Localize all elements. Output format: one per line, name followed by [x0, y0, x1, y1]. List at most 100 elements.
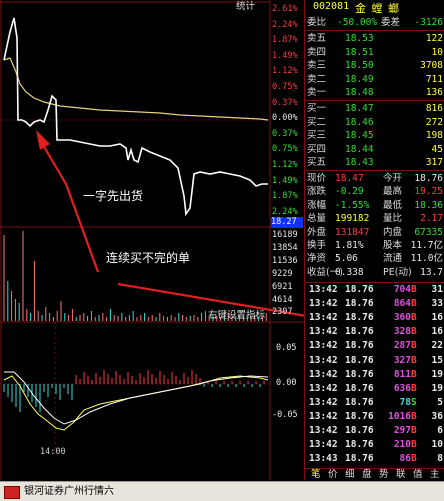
stock-name: 金 螳 螂: [355, 2, 400, 15]
stat-value: 0.338: [335, 266, 364, 278]
order-price: 18.48: [345, 87, 374, 99]
trade-count: 8: [437, 453, 443, 465]
weicha-label: 委差: [381, 17, 401, 28]
trade-volume: 328: [393, 326, 411, 338]
order-row: 卖五 18.53 122: [305, 32, 444, 45]
annotation-text-1: 一字先出货: [83, 189, 144, 203]
percent-tick: 2.24%: [272, 19, 298, 30]
order-row: 卖一 18.48 136: [305, 86, 444, 99]
stat-value: 67335: [414, 226, 443, 238]
trade-count: 10: [431, 439, 443, 451]
order-row: 买五 18.43 317: [305, 156, 444, 169]
percent-tick: 1.49%: [272, 175, 298, 186]
order-row: 卖四 18.51 10: [305, 46, 444, 59]
weibi-value: -50.00%: [337, 17, 378, 28]
trade-price: 18.76: [345, 312, 374, 324]
order-label: 卖二: [307, 73, 327, 85]
trade-time: 13:42: [309, 396, 338, 408]
stat-value: 199182: [335, 213, 370, 225]
order-row: 买二 18.46 272: [305, 116, 444, 129]
order-label: 卖一: [307, 87, 327, 99]
time-label: 14:00: [40, 447, 66, 457]
panel-tab[interactable]: 主: [430, 469, 440, 481]
order-price: 18.53: [345, 33, 374, 44]
trade-count: 16: [431, 326, 443, 338]
panel-tab[interactable]: 盘: [362, 469, 372, 481]
stat-value: 11.7亿: [410, 240, 443, 251]
order-volume: 272: [425, 116, 443, 128]
status-bar: 银河证券广州行情六: [0, 481, 444, 501]
order-label: 买三: [307, 130, 327, 142]
chart-header-label: 统计: [236, 1, 256, 12]
stat-label: 净资: [307, 253, 327, 265]
volume-tick: 16189: [272, 230, 298, 240]
trade-side: B: [411, 312, 417, 324]
trade-time: 13:42: [309, 298, 338, 310]
trade-volume: 360: [393, 312, 411, 324]
trade-count: 16: [431, 312, 443, 324]
stat-row: 总量 199182 量比 2.17: [305, 212, 444, 225]
percent-tick: 1.87%: [272, 35, 298, 46]
stat-label: 今开: [383, 173, 403, 184]
stat-label: 涨幅: [307, 199, 327, 211]
order-row: 买四 18.44 45: [305, 143, 444, 156]
weibi-label: 委比: [307, 17, 327, 28]
annotation-text-2: 连续买不完的单: [106, 251, 191, 265]
volume-tick: 2307: [272, 307, 293, 318]
volume-tick: 11536: [272, 255, 298, 266]
percent-tick: 1.12%: [272, 66, 298, 77]
trade-count: 19: [431, 368, 443, 380]
trade-count: 22: [431, 340, 443, 352]
trade-row: 13:42 18.76 297 B 6: [305, 424, 444, 439]
order-label: 卖四: [307, 46, 327, 58]
trade-time: 13:42: [309, 284, 338, 295]
panel-tab[interactable]: 价: [328, 469, 338, 481]
chart-canvas[interactable]: [0, 0, 304, 480]
panel-tabs: 笔价细盘势联值主: [305, 468, 444, 481]
order-volume: 45: [431, 143, 443, 155]
trade-row: 13:42 18.76 811 B 19: [305, 368, 444, 383]
trade-row: 13:42 18.76 327 B 15: [305, 354, 444, 369]
trade-price: 18.76: [345, 410, 374, 422]
indicator-settings-label[interactable]: 右键设置指标: [208, 310, 265, 322]
order-label: 买五: [307, 157, 327, 169]
trade-time: 13:43: [309, 453, 338, 465]
trade-row: 13:42 18.76 1016 B 36: [305, 410, 444, 425]
volume-tick: 6921: [272, 281, 293, 292]
trade-count: 15: [431, 354, 443, 366]
order-volume: 816: [425, 103, 443, 114]
trade-side: S: [411, 396, 417, 408]
trade-row: 13:42 18.76 78 S 5: [305, 396, 444, 411]
trade-time: 13:42: [309, 382, 338, 394]
trade-price: 18.76: [345, 439, 374, 451]
percent-tick: 1.49%: [272, 50, 298, 61]
quote-panel: 002081 金 螳 螂 委比 -50.00% 委差 -3126 卖五 18.53…: [304, 0, 444, 480]
trade-price: 18.76: [345, 453, 374, 465]
trade-count: 36: [431, 410, 443, 422]
trade-volume: 1016: [388, 410, 411, 422]
price-series: [3, 17, 268, 217]
stat-value: 11.0亿: [410, 253, 443, 265]
chart-area[interactable]: 统计 2.61% 2.24% 1.87% 1.49% 1.12% 0.75% 0.37% 0.…: [0, 0, 304, 480]
order-price: 18.46: [345, 116, 374, 128]
average-series: [3, 57, 269, 121]
order-price: 18.43: [345, 157, 374, 169]
trade-row: 13:42 18.76 864 B 33: [305, 297, 444, 312]
stat-row: 现价 18.47 今开 18.76: [305, 172, 444, 185]
trade-side: B: [411, 354, 417, 366]
trade-side: B: [411, 410, 417, 422]
quote-stats: 现价 18.47 今开 18.76 涨跌 -0.29 最高 19.25 涨幅 -1.55% 最低 18…: [305, 172, 444, 282]
panel-tab[interactable]: 联: [396, 469, 406, 481]
stat-label: 外盘: [307, 226, 327, 238]
trade-row: 13:42 18.76 287 B 22: [305, 339, 444, 354]
status-text: 银河证券广州行情六: [24, 486, 114, 497]
panel-tab[interactable]: 笔: [311, 469, 321, 481]
panel-tab[interactable]: 细: [345, 469, 355, 481]
trade-time: 13:42: [309, 410, 338, 422]
trade-row: 13:42 18.76 328 B 16: [305, 325, 444, 340]
trade-volume: 210: [393, 439, 411, 451]
percent-tick: 0.75%: [272, 82, 298, 92]
volume-bars: [3, 231, 267, 321]
panel-tab[interactable]: 势: [379, 469, 389, 481]
panel-tab[interactable]: 值: [413, 469, 423, 481]
